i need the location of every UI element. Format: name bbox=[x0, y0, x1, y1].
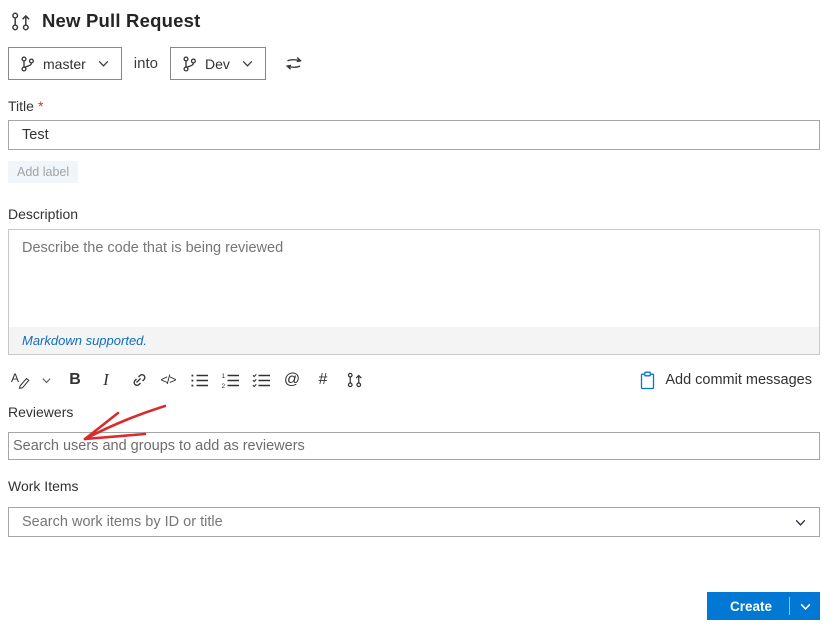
git-branch-icon bbox=[182, 55, 197, 72]
chevron-down-icon bbox=[97, 57, 110, 70]
work-items-input[interactable] bbox=[8, 507, 820, 537]
markdown-supported-link[interactable]: Markdown supported. bbox=[22, 333, 147, 348]
work-item-ref-button[interactable]: # bbox=[311, 368, 335, 392]
title-input[interactable] bbox=[8, 120, 820, 150]
code-button[interactable]: </> bbox=[156, 368, 180, 392]
target-branch-dropdown[interactable]: Dev bbox=[169, 47, 266, 80]
chevron-down-icon bbox=[241, 57, 254, 70]
source-branch-dropdown[interactable]: master bbox=[8, 47, 122, 80]
reviewers-label: Reviewers bbox=[8, 404, 74, 420]
work-items-label: Work Items bbox=[8, 478, 79, 494]
target-branch-label: Dev bbox=[204, 55, 230, 72]
page-header: New Pull Request bbox=[10, 10, 820, 32]
text-format-pen-icon[interactable]: A bbox=[8, 368, 32, 392]
pull-request-icon[interactable] bbox=[342, 368, 366, 392]
source-branch-label: master bbox=[43, 55, 86, 72]
add-label-button[interactable]: Add label bbox=[8, 161, 79, 183]
swap-arrows-icon[interactable] bbox=[284, 56, 304, 71]
numbered-list-icon[interactable]: 1 2 bbox=[218, 368, 242, 392]
svg-text:A: A bbox=[11, 371, 19, 385]
clipboard-icon bbox=[639, 371, 656, 390]
italic-button[interactable]: I bbox=[94, 368, 118, 392]
check-list-icon[interactable] bbox=[249, 368, 273, 392]
description-textarea[interactable] bbox=[9, 230, 819, 327]
create-options-chevron[interactable] bbox=[790, 600, 820, 613]
bullet-list-icon[interactable] bbox=[187, 368, 211, 392]
add-commit-messages-button[interactable]: Add commit messages bbox=[639, 371, 812, 390]
mention-button[interactable]: @ bbox=[280, 368, 304, 392]
reviewers-input[interactable] bbox=[8, 432, 820, 460]
link-icon[interactable] bbox=[125, 368, 149, 392]
title-label: Title * bbox=[8, 98, 44, 114]
description-editor: Markdown supported. bbox=[8, 229, 820, 355]
required-marker: * bbox=[37, 98, 44, 114]
bold-button[interactable]: B bbox=[63, 368, 87, 392]
pull-request-icon bbox=[10, 11, 31, 32]
into-label: into bbox=[133, 55, 158, 72]
work-items-combobox bbox=[8, 507, 820, 537]
chevron-down-icon[interactable] bbox=[39, 368, 53, 392]
branch-selector-row: master into Dev bbox=[8, 47, 820, 80]
svg-text:2: 2 bbox=[221, 383, 225, 389]
add-commit-messages-label: Add commit messages bbox=[665, 372, 812, 388]
markdown-bar: Markdown supported. bbox=[9, 327, 819, 354]
create-split-button: Create bbox=[707, 592, 820, 620]
page-title: New Pull Request bbox=[42, 10, 201, 31]
create-button[interactable]: Create bbox=[707, 599, 789, 614]
svg-text:1: 1 bbox=[221, 373, 225, 380]
description-label: Description bbox=[8, 206, 79, 222]
formatting-toolbar: A B I </> 1 2 @ # Add commit messages bbox=[8, 367, 820, 393]
git-branch-icon bbox=[20, 55, 35, 72]
new-pull-request-page: New Pull Request master into Dev Title *… bbox=[0, 0, 834, 631]
